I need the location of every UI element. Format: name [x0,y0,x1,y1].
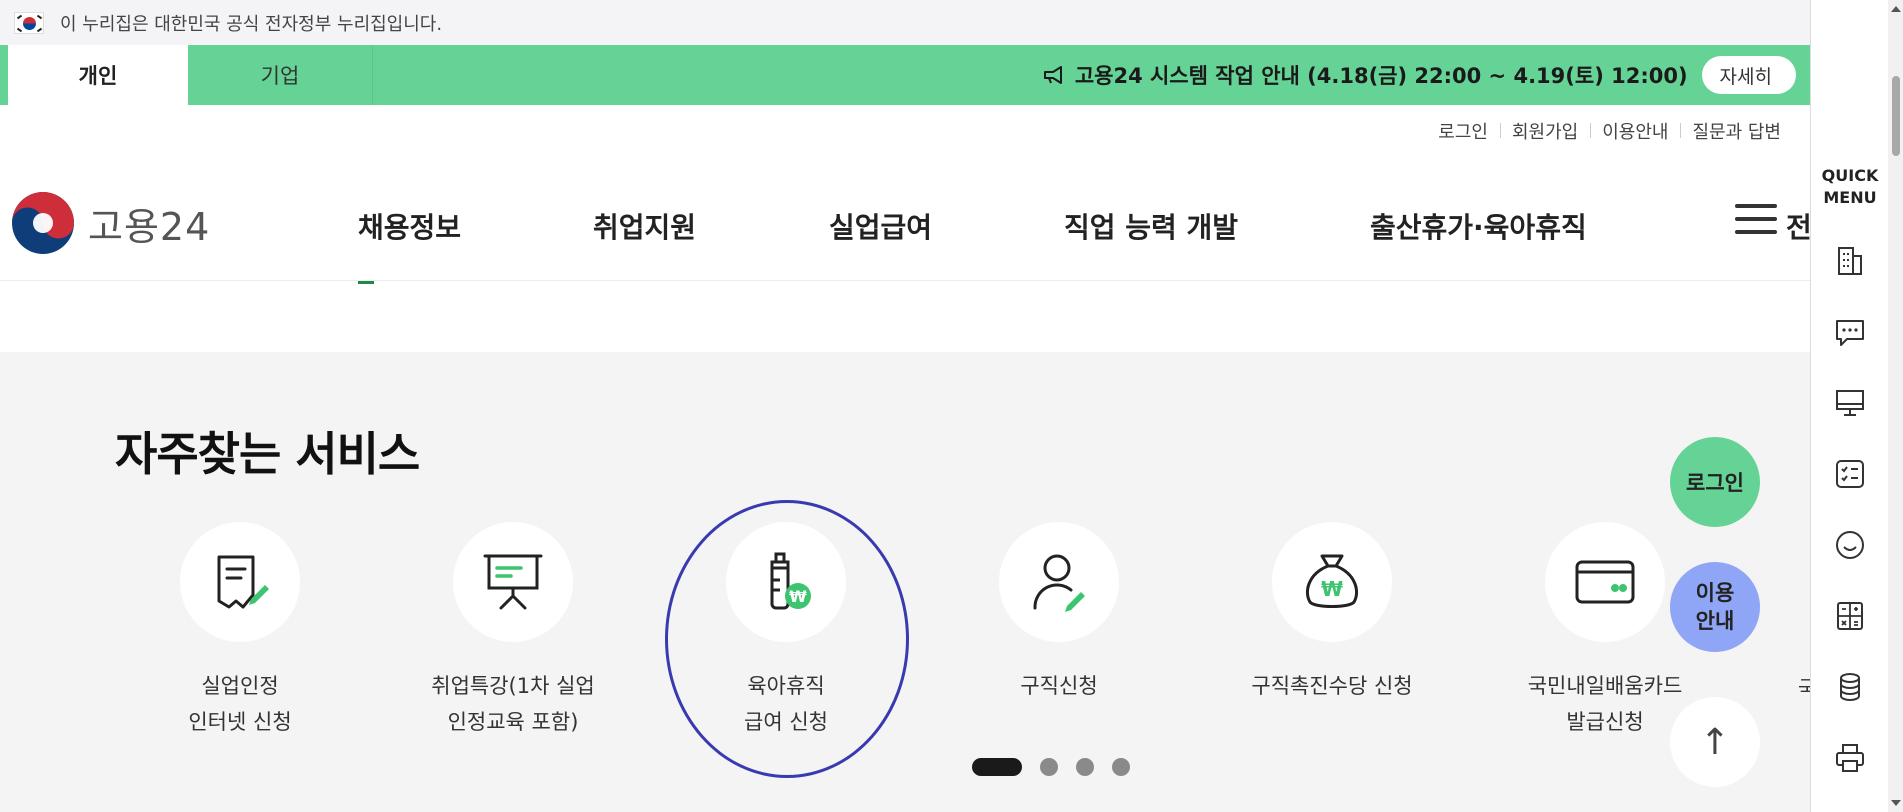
frequent-services-section: 자주찾는 서비스 실업인정인터넷 신청 취업특강(1차 실업인정교육 포함) [0,352,1810,812]
main-nav: 채용정보 취업지원 실업급여 직업 능력 개발 출산휴가·육아휴직 [0,200,1810,284]
carousel-dot-active[interactable] [972,758,1022,776]
scroll-thumb[interactable] [1892,76,1900,156]
scroll-up-icon[interactable] [1891,6,1901,12]
qna-link[interactable]: 질문과 답변 [1680,118,1793,144]
service-item[interactable]: 구직신청 [939,522,1179,704]
quick-menu: QUICK MENU [1810,0,1888,812]
login-link[interactable]: 로그인 [1426,118,1500,144]
top-bar: 개인 기업 고용24 시스템 작업 안내 (4.18(금) 22:00 ~ 4.… [0,45,1810,105]
korean-flag-icon [14,11,44,34]
floating-guide-button[interactable]: 이용안내 [1670,562,1760,652]
service-label-line1: 구직촉진수당 신청 [1251,674,1413,698]
scroll-down-icon[interactable] [1891,800,1901,806]
hamburger-icon[interactable] [1735,204,1777,238]
guide-line2: 안내 [1695,609,1735,633]
printer-icon[interactable] [1833,741,1867,775]
tab-personal[interactable]: 개인 [0,45,188,105]
calculator-icon[interactable] [1833,599,1867,633]
svg-text:₩: ₩ [1321,577,1343,601]
system-notice: 고용24 시스템 작업 안내 (4.18(금) 22:00 ~ 4.19(토) … [1043,45,1810,105]
checklist-icon[interactable] [1833,457,1867,491]
page-scrollbar[interactable] [1888,0,1903,812]
document-edit-icon [217,555,269,609]
building-icon[interactable] [1833,244,1867,278]
service-item[interactable]: ₩ 구직촉진수당 신청 [1212,522,1452,704]
quick-title-line2: MENU [1823,188,1877,207]
carousel-dot[interactable] [1040,758,1058,776]
service-label-line2: 인터넷 신청 [188,710,292,734]
nav-parental-leave[interactable]: 출산휴가·육아휴직 [1370,206,1587,246]
highlight-circle [665,500,909,778]
service-label-line1: 국민내일배움카드 [1527,674,1683,698]
megaphone-icon [1043,66,1062,84]
quick-title-line1: QUICK [1821,166,1879,185]
carousel-pagination [972,758,1148,776]
nav-job-info[interactable]: 채용정보 [358,206,461,284]
carousel-dot[interactable] [1112,758,1130,776]
signup-link[interactable]: 회원가입 [1499,118,1590,144]
utility-links: 로그인 회원가입 이용안내 질문과 답변 [1426,118,1793,144]
quick-menu-title: QUICK MENU [1811,165,1889,209]
coins-icon[interactable] [1833,670,1867,704]
gov-banner-text[interactable]: 이 누리집은 대한민국 공식 전자정부 누리집입니다. [60,10,442,36]
card-icon [1575,560,1635,604]
smile-icon[interactable] [1833,528,1867,562]
guide-line1: 이용 [1695,581,1735,605]
monitor-icon[interactable] [1833,386,1867,420]
usage-guide-link[interactable]: 이용안내 [1590,118,1680,144]
notice-text[interactable]: 고용24 시스템 작업 안내 (4.18(금) 22:00 ~ 4.19(토) … [1075,60,1688,90]
money-bag-icon: ₩ [1305,554,1359,608]
detail-button[interactable]: 자세히 [1701,56,1796,94]
header-divider [0,280,1810,281]
service-label-line1: 취업특강(1차 실업 [431,674,595,698]
service-item[interactable]: 취업특강(1차 실업인정교육 포함) [393,522,633,740]
service-item[interactable]: 실업인정인터넷 신청 [120,522,360,740]
person-edit-icon [1033,554,1085,612]
all-menu-label[interactable]: 전체 [1786,206,1810,246]
chat-icon[interactable] [1833,315,1867,349]
scroll-top-button[interactable]: ↑ [1670,697,1760,787]
nav-employment-support[interactable]: 취업지원 [593,206,696,246]
service-label-line1: 실업인정 [201,674,279,698]
floating-login-button[interactable]: 로그인 [1670,437,1760,527]
nav-unemployment-benefit[interactable]: 실업급여 [829,206,932,246]
service-label-line2: 인정교육 포함) [447,710,579,734]
nav-skill-development[interactable]: 직업 능력 개발 [1064,206,1238,246]
tab-business[interactable]: 기업 [188,45,373,105]
carousel-dot[interactable] [1076,758,1094,776]
gov-banner: 이 누리집은 대한민국 공식 전자정부 누리집입니다. [0,0,1810,45]
presentation-board-icon [483,554,543,610]
service-label-line1: 구직신청 [1020,674,1098,698]
next-service-partial: 국 [1798,676,1810,700]
section-title: 자주찾는 서비스 [115,427,420,481]
